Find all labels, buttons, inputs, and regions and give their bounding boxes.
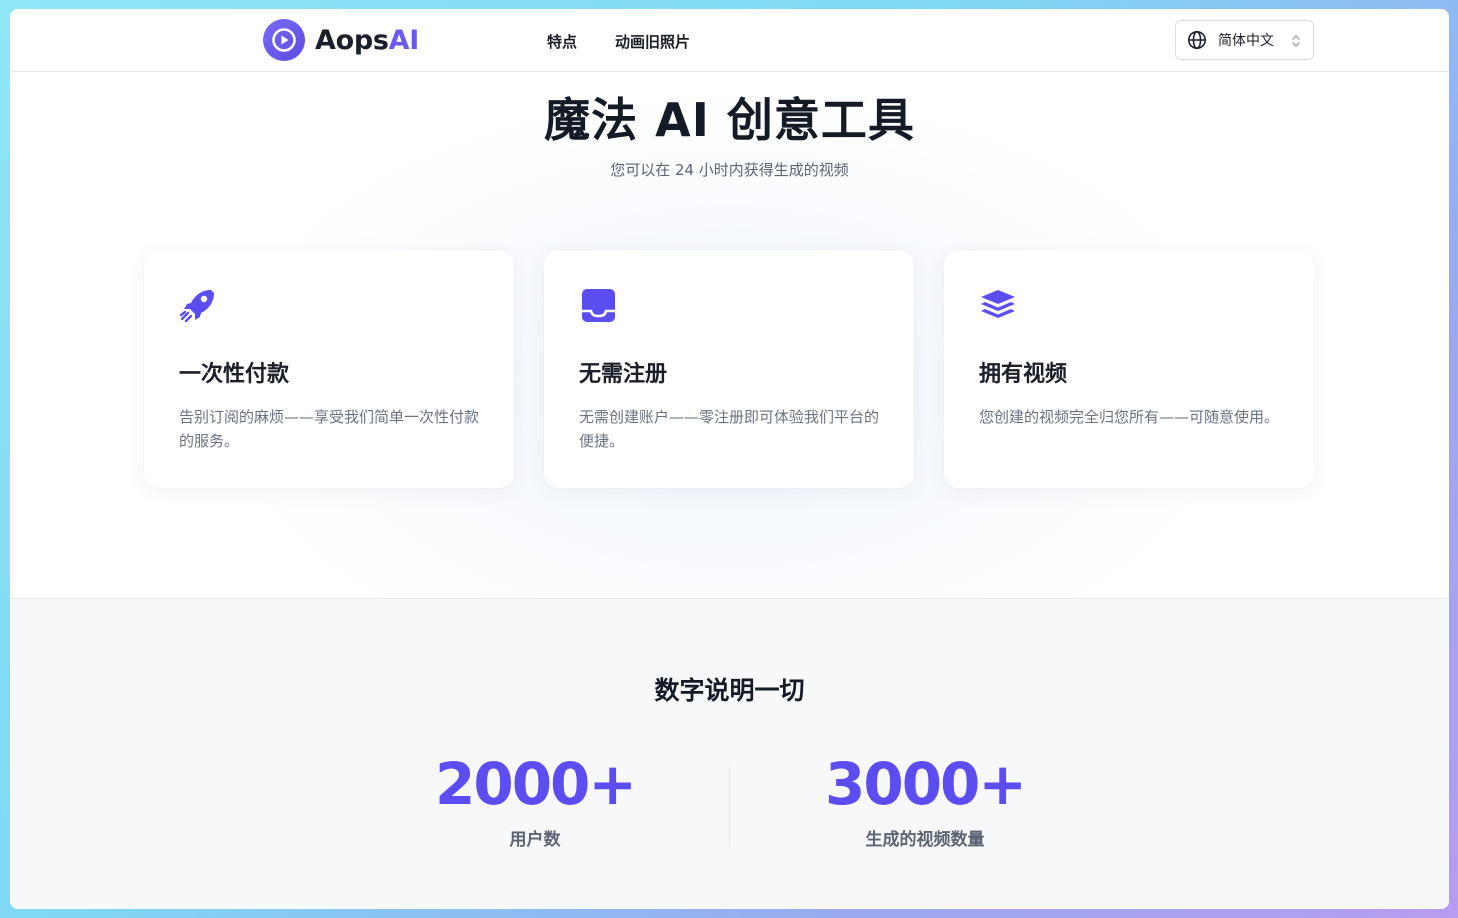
hero-subtitle: 您可以在 24 小时内获得生成的视频 bbox=[610, 161, 849, 179]
feature-description: 您创建的视频完全归您所有——可随意使用。 bbox=[979, 408, 1280, 426]
play-icon bbox=[263, 19, 305, 61]
feature-card-one-time-payment: 一次性付款 告别订阅的麻烦——享受我们简单一次性付款的服务。 bbox=[144, 250, 514, 488]
browser-window: AopsAI 特点 动画旧照片 简体中文 魔法 AI 创意工具 您可以在 24 … bbox=[10, 9, 1449, 909]
chevron-up-down-icon bbox=[1292, 35, 1300, 47]
stat-videos: 3000+ 生成的视频数量 bbox=[820, 753, 1030, 850]
feature-title: 无需注册 bbox=[579, 362, 668, 387]
stats-title: 数字说明一切 bbox=[654, 676, 805, 705]
language-label: 简体中文 bbox=[1218, 33, 1274, 49]
stat-divider bbox=[729, 767, 730, 847]
stat-label: 生成的视频数量 bbox=[865, 830, 985, 850]
feature-title: 拥有视频 bbox=[979, 362, 1068, 387]
logo[interactable]: AopsAI bbox=[263, 19, 419, 61]
feature-description: 告别订阅的麻烦——享受我们简单一次性付款的服务。 bbox=[179, 408, 480, 450]
feature-card-own-video: 拥有视频 您创建的视频完全归您所有——可随意使用。 bbox=[944, 250, 1314, 488]
stat-users: 2000+ 用户数 bbox=[430, 753, 640, 850]
nav-link-animate-photos[interactable]: 动画旧照片 bbox=[615, 31, 690, 52]
feature-card-no-registration: 无需注册 无需创建账户——零注册即可体验我们平台的便捷。 bbox=[544, 250, 914, 488]
language-select[interactable]: 简体中文 bbox=[1175, 20, 1314, 60]
logo-text: AopsAI bbox=[315, 24, 419, 56]
nav-link-features[interactable]: 特点 bbox=[547, 31, 577, 52]
hero-title: 魔法 AI 创意工具 bbox=[544, 93, 915, 147]
hero-section: 魔法 AI 创意工具 您可以在 24 小时内获得生成的视频 一次性付款 告别订阅… bbox=[10, 72, 1449, 598]
site-header: AopsAI 特点 动画旧照片 简体中文 bbox=[10, 9, 1449, 72]
stat-value: 3000+ bbox=[824, 750, 1027, 818]
globe-icon bbox=[1188, 31, 1206, 49]
stat-value: 2000+ bbox=[434, 750, 637, 818]
inbox-icon bbox=[582, 289, 615, 322]
layers-icon bbox=[981, 290, 1015, 318]
rocket-icon bbox=[179, 290, 214, 323]
main-nav: 特点 动画旧照片 bbox=[547, 31, 690, 52]
stats-section: 数字说明一切 2000+ 用户数 3000+ 生成的视频数量 bbox=[10, 598, 1449, 909]
feature-description: 无需创建账户——零注册即可体验我们平台的便捷。 bbox=[579, 408, 880, 450]
feature-title: 一次性付款 bbox=[179, 362, 290, 387]
stat-label: 用户数 bbox=[509, 830, 561, 850]
